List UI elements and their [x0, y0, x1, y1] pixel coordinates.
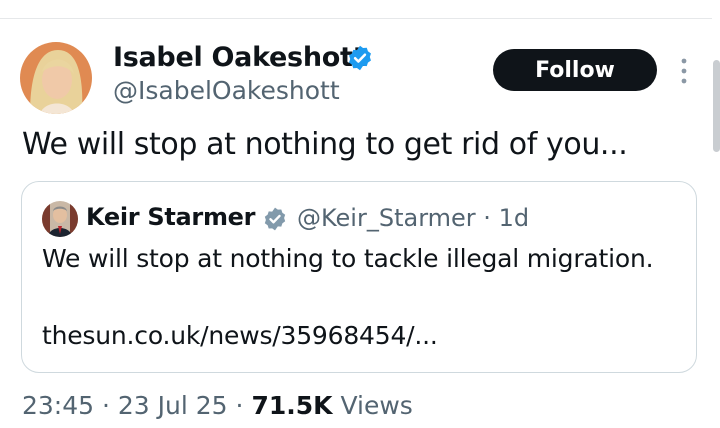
tweet-text: We will stop at nothing to get rid of yo… — [22, 127, 628, 162]
follow-button[interactable]: Follow — [493, 49, 657, 91]
meta-separator: · — [235, 391, 244, 420]
author-name[interactable]: Isabel Oakeshott — [113, 42, 366, 73]
tweet-date[interactable]: 23 Jul 25 — [118, 391, 228, 420]
gray-verified-badge-icon — [264, 207, 286, 231]
quoted-author-name[interactable]: Keir Starmer — [86, 203, 255, 231]
quoted-meta: @Keir_Starmer · 1d — [297, 204, 529, 232]
scrollbar[interactable] — [713, 60, 720, 152]
quoted-age[interactable]: 1d — [499, 204, 530, 232]
quoted-tweet-card[interactable]: Keir Starmer @Keir_Starmer · 1d We will … — [21, 181, 697, 373]
author-handle[interactable]: @IsabelOakeshott — [113, 76, 340, 105]
meta-separator: · — [483, 204, 491, 232]
views-label: Views — [340, 391, 413, 420]
more-options-icon[interactable] — [677, 56, 691, 86]
quoted-tweet-text: We will stop at nothing to tackle illega… — [42, 244, 654, 273]
views-count: 71.5K — [251, 391, 333, 420]
gray-verified-badge-icon — [349, 45, 371, 71]
author-avatar[interactable] — [20, 42, 92, 114]
quoted-tweet-link[interactable]: thesun.co.uk/news/35968454/... — [42, 321, 438, 350]
meta-separator: · — [102, 391, 110, 420]
quoted-author-avatar[interactable] — [42, 201, 78, 237]
tweet-meta: 23:45 · 23 Jul 25 · 71.5K Views — [22, 391, 413, 420]
top-divider — [0, 18, 712, 19]
tweet-time[interactable]: 23:45 — [22, 391, 94, 420]
quoted-author-handle[interactable]: @Keir_Starmer — [297, 204, 476, 232]
